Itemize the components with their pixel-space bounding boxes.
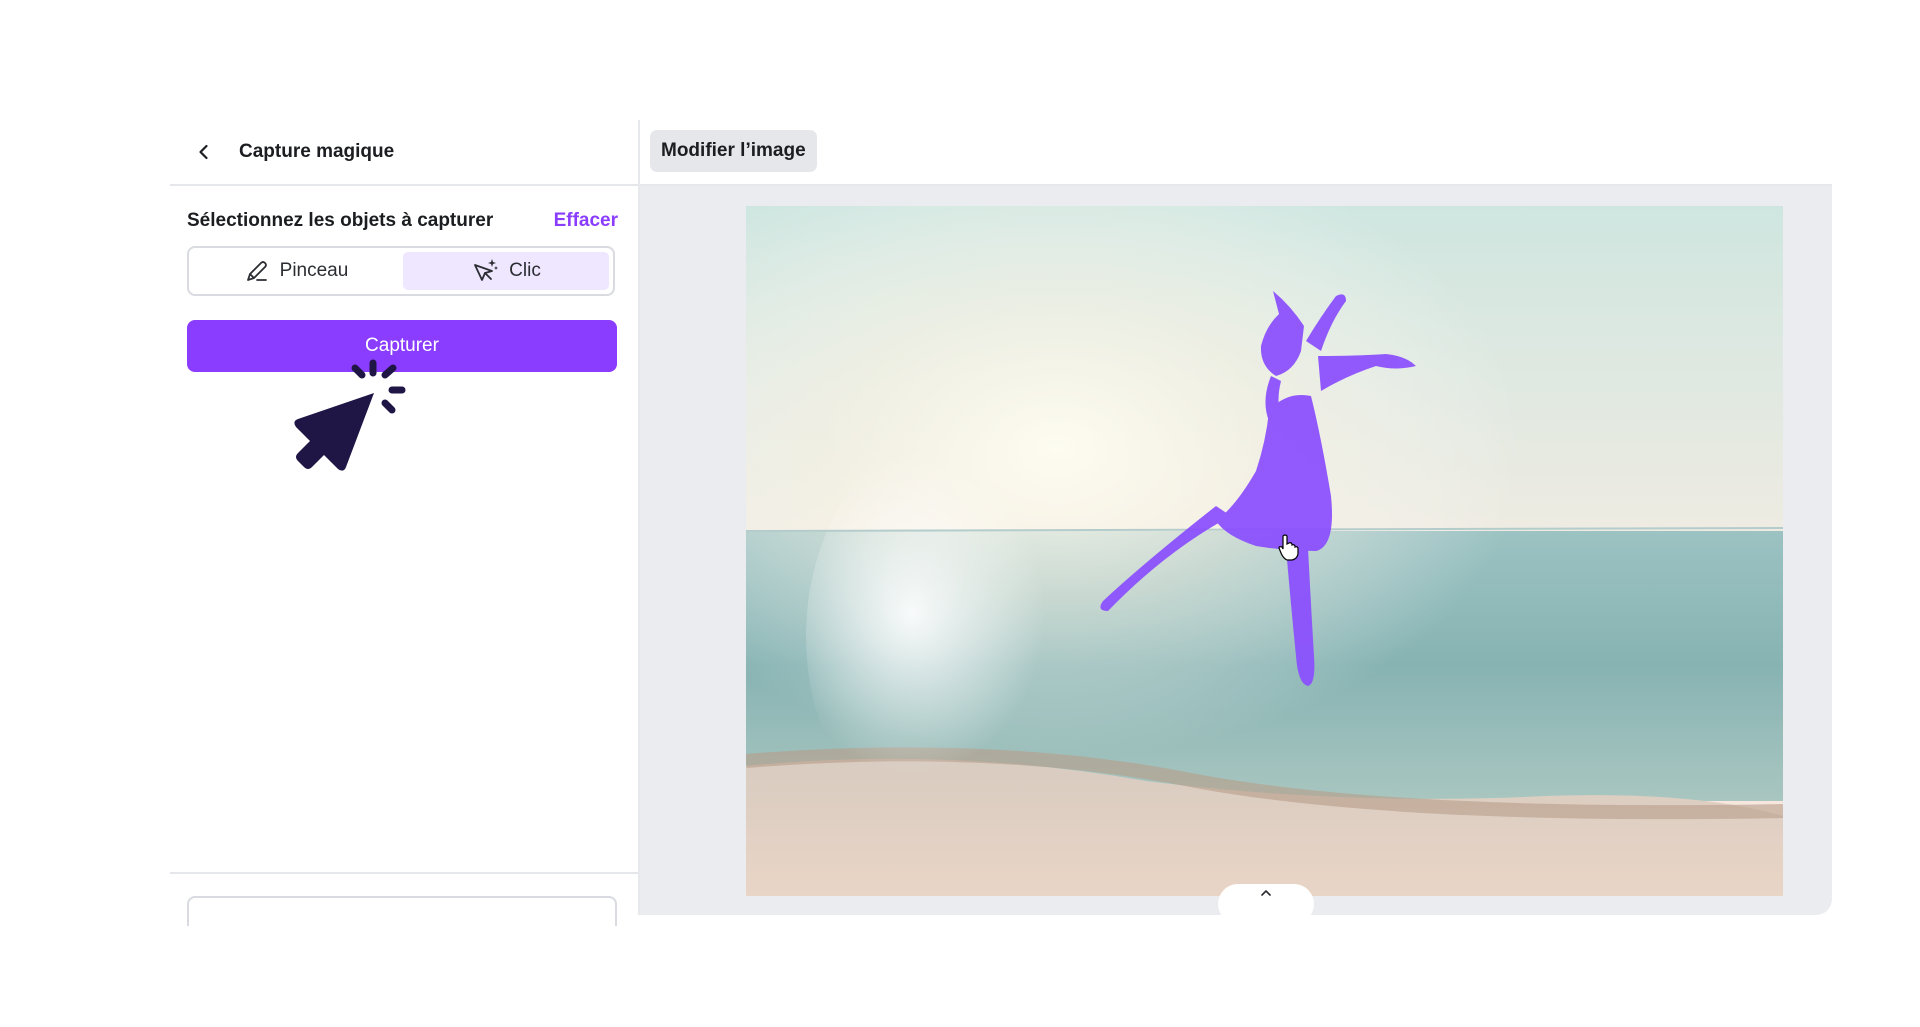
- pointer-click-icon: [294, 359, 406, 471]
- click-sparkle-icon: [474, 259, 499, 281]
- select-objects-label: Sélectionnez les objets à capturer: [187, 210, 494, 231]
- mode-brush-label: Pinceau: [279, 260, 349, 281]
- side-panel: Capture magique Sélectionnez les objets …: [170, 120, 640, 926]
- panel-title: Capture magique: [239, 141, 395, 162]
- back-button[interactable]: [188, 136, 220, 168]
- edit-image-button[interactable]: Modifier l’image: [650, 130, 817, 172]
- selection-mode-toggle: Pinceau Clic: [187, 246, 615, 296]
- panel-header: Capture magique: [170, 120, 638, 186]
- magic-grab-editor: Capture magique Sélectionnez les objets …: [170, 120, 1832, 926]
- panel-footer: [170, 872, 638, 926]
- canvas-area: [640, 186, 1832, 915]
- clear-button[interactable]: Effacer: [554, 210, 618, 232]
- editor-toolbar: Modifier l’image: [640, 120, 1832, 186]
- chevron-left-icon: [199, 144, 208, 160]
- footer-input[interactable]: [187, 896, 617, 926]
- mode-brush-option[interactable]: Pinceau: [193, 252, 399, 290]
- editor-area: Modifier l’image: [640, 120, 1832, 915]
- collapse-handle[interactable]: [1218, 884, 1314, 915]
- mode-click-option[interactable]: Clic: [403, 252, 609, 290]
- brush-icon: [246, 261, 267, 281]
- chevron-up-icon: [1261, 890, 1271, 896]
- beach-photo[interactable]: [746, 206, 1783, 896]
- mode-click-label: Clic: [509, 260, 541, 281]
